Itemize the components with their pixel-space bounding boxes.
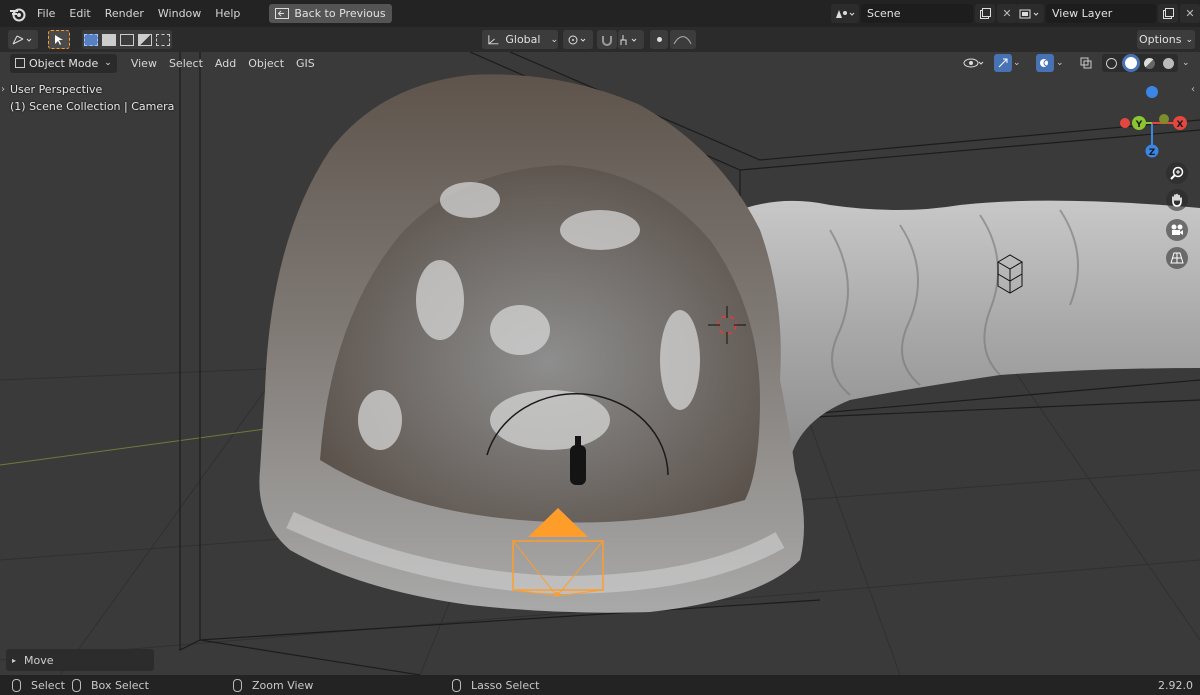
new-scene-icon[interactable] [975,4,995,23]
options-label: Options [1139,33,1182,46]
view-layer-field[interactable]: View Layer [1046,4,1156,23]
menu-edit[interactable]: Edit [62,4,97,24]
back-to-previous-button[interactable]: Back to Previous [269,4,392,23]
solid-shading-icon[interactable] [1124,57,1137,69]
status-bar: Select Box Select Zoom View Lasso Select… [0,675,1200,695]
viewport-menu-gis[interactable]: GIS [290,54,321,73]
gizmo-z-label: Z [1149,148,1156,158]
scene-name-field[interactable]: Scene [861,4,973,23]
chevron-down-icon: ⌄ [1185,34,1193,45]
camera-view-icon[interactable] [1166,219,1188,241]
navigation-gizmo[interactable]: Z Y X [1112,82,1192,162]
new-view-layer-icon[interactable] [1158,4,1178,23]
active-collection-label: (1) Scene Collection | Camera [10,100,175,113]
status-zoom-view: Zoom View [252,678,314,692]
xray-toggle-icon[interactable] [1077,54,1095,72]
falloff-curve-icon[interactable] [670,30,696,49]
perspective-grid-icon[interactable] [1166,247,1188,269]
viewport-menu-select[interactable]: Select [163,54,209,73]
status-lasso-select: Lasso Select [471,678,540,692]
select-new-icon[interactable] [84,33,98,46]
mouse-right-icon [452,678,461,692]
orientation-axes-icon [488,34,499,44]
gizmo-y-label: Y [1135,120,1143,130]
proportional-edit-icon[interactable] [650,30,668,49]
object-mode-label: Object Mode [29,56,99,70]
eye-icon [963,58,984,68]
zoom-icon[interactable] [1166,162,1188,184]
screen-back-icon [275,8,290,19]
select-intersect-icon[interactable] [156,33,170,46]
rendered-shading-icon[interactable] [1163,57,1175,69]
view-perspective-label: User Perspective [10,83,103,96]
visibility-dropdown[interactable] [960,54,990,72]
object-mode-icon [15,58,25,68]
last-operator-label: Move [24,653,54,667]
editor-type-icon[interactable] [8,30,38,49]
back-to-previous-label: Back to Previous [294,7,386,20]
last-operator-panel[interactable]: ▸ Move [6,649,154,671]
gizmo-dropdown-icon[interactable]: ⌄ [1013,54,1025,72]
panel-expand-icon: ▸ [12,655,17,665]
tool-header: Global ⌄ Options ⌄ [0,27,1200,52]
3d-viewport[interactable]: Object Mode ⌄ View Select Add Object GIS… [0,52,1200,675]
select-extend-icon[interactable] [102,33,116,46]
view-layer-browser-icon[interactable] [1016,4,1044,23]
gizmo-toggle-icon[interactable] [994,54,1012,72]
sidebar-expand-arrow-icon[interactable]: › [1,84,5,95]
lamp-object [570,445,586,485]
mouse-middle-icon [233,678,242,692]
pan-hand-icon[interactable] [1166,189,1188,211]
material-shading-icon[interactable] [1144,57,1156,69]
transform-orientation-dropdown[interactable]: Global ⌄ [482,30,558,49]
viewport-menu-object[interactable]: Object [242,54,290,73]
selection-mode-group [82,30,172,49]
viewport-menu-add[interactable]: Add [209,54,242,73]
snap-toggle-icon[interactable] [597,30,617,49]
top-menu-bar: File Edit Render Window Help Back to Pre… [0,0,1200,27]
menu-help[interactable]: Help [208,4,247,24]
select-subtract-icon[interactable] [120,33,134,46]
viewport-menu-view[interactable]: View [125,54,163,73]
chevron-down-icon: ⌄ [104,58,112,68]
mouse-drag-icon [72,678,81,692]
scene-name: Scene [867,7,901,20]
viewport-scene[interactable] [0,52,1200,675]
status-select: Select [31,678,65,692]
chevron-down-icon: ⌄ [550,34,558,45]
blender-logo-icon[interactable] [6,5,30,23]
overlays-dropdown-icon[interactable]: ⌄ [1056,54,1068,72]
version-label: 2.92.0 [1158,678,1193,692]
menu-render[interactable]: Render [98,4,151,24]
select-tool-icon[interactable] [48,30,70,49]
viewport-header: Object Mode ⌄ View Select Add Object GIS… [0,52,1200,74]
orientation-label: Global [505,33,541,46]
menu-file[interactable]: File [30,4,62,24]
options-dropdown[interactable]: Options ⌄ [1137,30,1195,49]
select-invert-icon[interactable] [138,33,152,46]
status-box-select: Box Select [91,678,149,692]
scene-browser-icon[interactable] [831,4,859,23]
mouse-left-icon [12,678,21,692]
overlays-toggle-icon[interactable] [1036,54,1054,72]
object-mode-dropdown[interactable]: Object Mode ⌄ [10,53,117,73]
shading-mode-group [1102,54,1178,72]
shading-dropdown-icon[interactable]: ⌄ [1182,54,1194,72]
pivot-point-dropdown[interactable] [563,30,593,49]
wireframe-shading-icon[interactable] [1105,57,1117,69]
menu-window[interactable]: Window [151,4,208,24]
snap-target-dropdown[interactable] [618,30,644,49]
gizmo-x-label: X [1177,120,1184,130]
view-layer-name: View Layer [1052,7,1113,20]
delete-view-layer-icon[interactable]: ✕ [1180,4,1200,23]
